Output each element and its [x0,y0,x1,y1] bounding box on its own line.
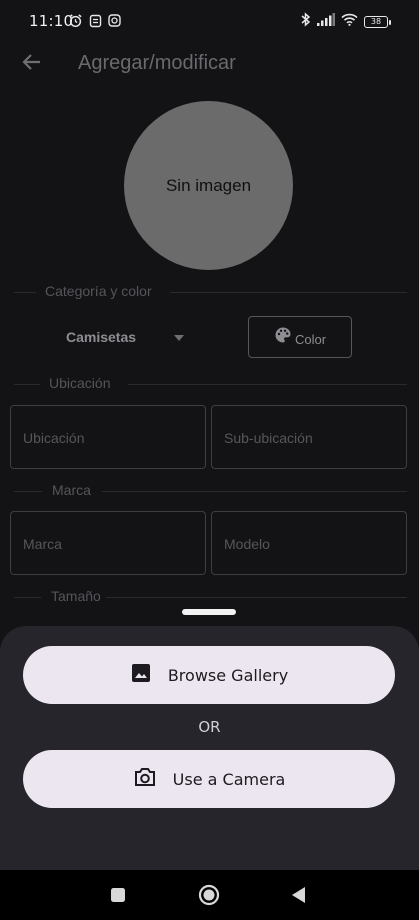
status-bar: 11:10 38 [0,0,419,42]
signal-icon [317,13,335,31]
section-category-color: Categoría y color [14,282,407,302]
instagram-icon [108,14,121,32]
status-right-icons: 38 [300,12,391,32]
model-field-placeholder: Modelo [224,536,270,552]
color-button[interactable]: Color [248,316,352,358]
palette-icon [274,326,292,349]
section-size: Tamaño [14,587,407,607]
chevron-down-icon [174,335,184,341]
use-camera-button[interactable]: Use a Camera [23,750,395,808]
section-line-right [128,384,407,385]
section-brand: Marca [14,481,407,501]
back-button[interactable] [18,50,46,78]
section-label-location: Ubicación [49,375,111,391]
back-triangle-icon[interactable] [288,884,310,906]
brand-field[interactable]: Marca [10,511,206,575]
sheet-drag-handle[interactable] [182,609,236,615]
category-dropdown[interactable]: Camisetas [66,327,190,349]
or-separator: OR [198,718,221,736]
home-circle-icon[interactable] [198,884,220,906]
section-line-left [14,597,41,598]
arrow-back-icon [22,52,42,77]
browse-gallery-button[interactable]: Browse Gallery [23,646,395,704]
app-screen: 11:10 38 Agregar/modificar Sin imagen Ca… [0,0,419,920]
system-nav-bar [0,870,419,920]
location-field[interactable]: Ubicación [10,405,206,469]
battery-icon: 38 [364,16,391,28]
section-line-right [102,491,407,492]
battery-tip [389,19,391,25]
app-bar: Agregar/modificar [0,42,419,86]
status-time: 11:10 [29,12,74,30]
section-label-brand: Marca [52,482,91,498]
model-field[interactable]: Modelo [211,511,407,575]
page-title: Agregar/modificar [78,52,236,74]
alarm-icon [68,13,83,33]
location-field-placeholder: Ubicación [23,430,85,446]
camera-icon [133,766,157,793]
sub-location-field[interactable]: Sub-ubicación [211,405,407,469]
battery-level: 38 [364,16,388,28]
bluetooth-icon [300,12,311,32]
image-source-sheet: Browse Gallery OR Use a Camera [0,626,419,870]
recents-square-icon[interactable] [107,884,129,906]
browse-gallery-label: Browse Gallery [167,665,289,685]
section-location: Ubicación [14,374,407,394]
sub-location-field-placeholder: Sub-ubicación [224,430,313,446]
use-camera-label: Use a Camera [172,769,286,789]
notification-s-icon [89,14,102,33]
section-label-size: Tamaño [51,588,101,604]
brand-field-placeholder: Marca [23,536,62,552]
category-dropdown-value: Camisetas [66,329,137,345]
section-line-right [106,597,407,598]
image-picker[interactable]: Sin imagen [124,101,293,270]
wifi-icon [341,13,358,31]
image-icon [130,662,152,689]
section-line-right [170,292,407,293]
color-button-label: Color [294,331,327,347]
section-line-left [14,491,42,492]
image-placeholder-label: Sin imagen [165,175,252,195]
section-label-category-color: Categoría y color [45,283,152,299]
section-line-left [14,384,40,385]
status-left-icons [68,13,121,33]
section-line-left [14,292,36,293]
